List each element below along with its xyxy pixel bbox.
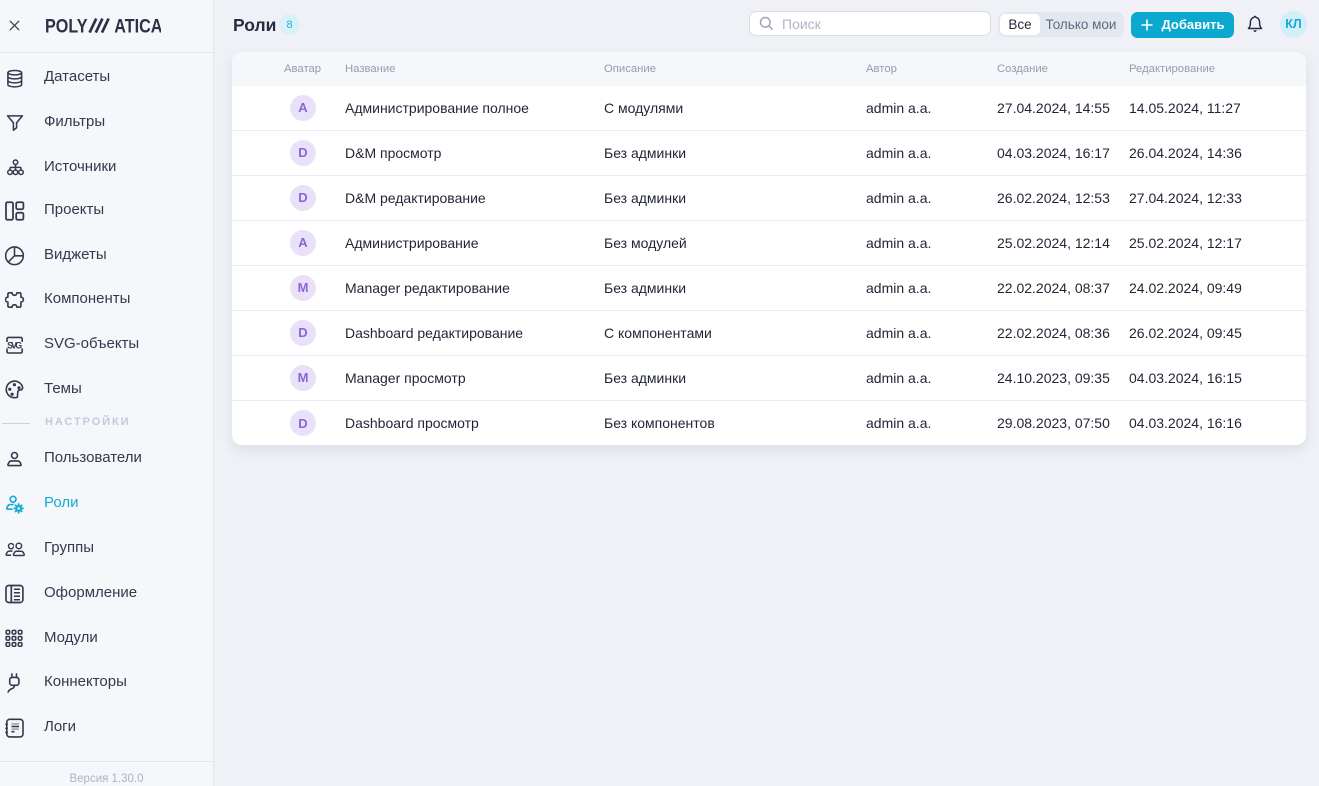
svg-text:ATICA: ATICA <box>114 16 161 34</box>
svg-text:SVG: SVG <box>7 340 22 350</box>
svg-text:POLY: POLY <box>45 16 88 34</box>
